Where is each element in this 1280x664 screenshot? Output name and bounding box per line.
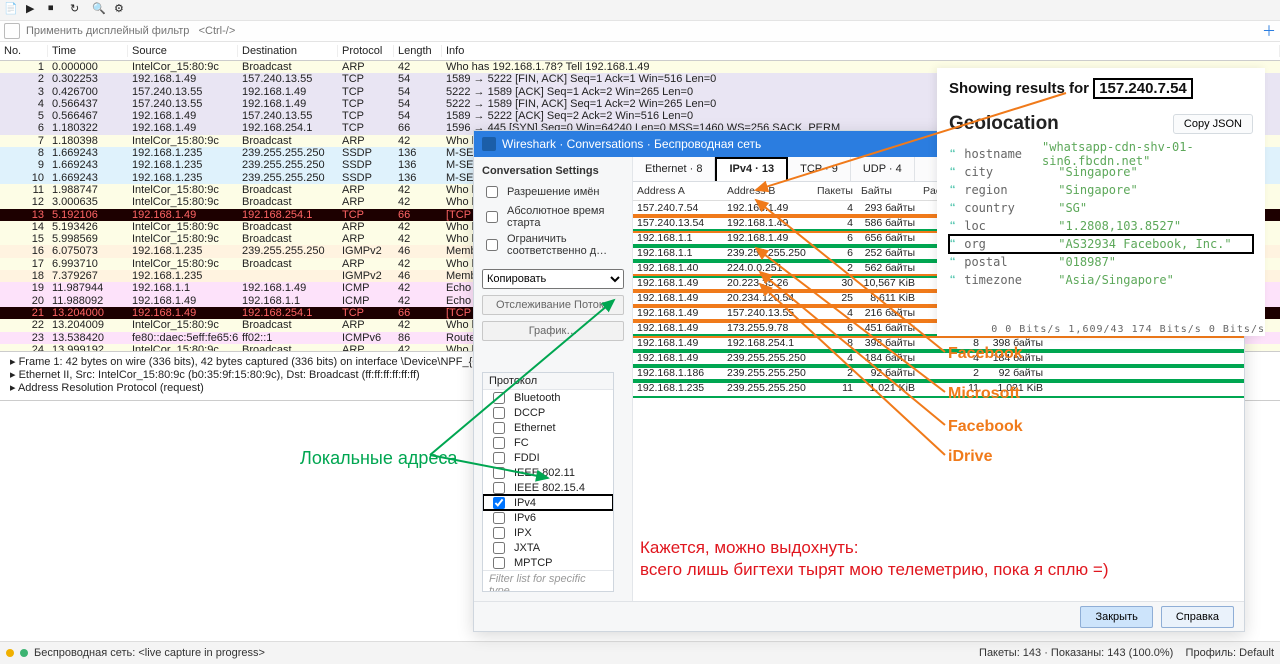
geo-ip: 157.240.7.54 bbox=[1093, 78, 1193, 99]
protocol-item[interactable]: Bluetooth bbox=[483, 390, 613, 405]
graph-button[interactable]: График… bbox=[482, 321, 624, 341]
conversation-row[interactable]: 192.168.1.49192.168.254.18398 байты8398 … bbox=[633, 336, 1244, 351]
annotation-local: Локальные адреса bbox=[300, 448, 457, 469]
conversation-row[interactable]: 192.168.1.235239.255.255.250111,021 KiB1… bbox=[633, 381, 1244, 396]
filter-bookmark-icon[interactable] bbox=[4, 23, 20, 39]
geo-showing: Showing results for 157.240.7.54 bbox=[949, 78, 1253, 99]
annotation-comment1: Кажется, можно выдохнуть: bbox=[640, 538, 858, 558]
protocol-item[interactable]: FC bbox=[483, 435, 613, 450]
wireshark-icon bbox=[482, 137, 496, 151]
geolocation-panel: Showing results for 157.240.7.54 Geoloca… bbox=[937, 68, 1265, 336]
protocol-item[interactable]: Ethernet bbox=[483, 420, 613, 435]
protocol-item[interactable]: JXTA bbox=[483, 540, 613, 555]
settings-header: Conversation Settings bbox=[482, 165, 624, 177]
tab-tcp[interactable]: TCP · 9 bbox=[788, 157, 851, 181]
protocol-item[interactable]: MPTCP bbox=[483, 555, 613, 570]
copy-json-button[interactable]: Copy JSON bbox=[1173, 114, 1253, 134]
toolbar-icon[interactable]: 🔍 bbox=[92, 2, 108, 18]
protocol-picker[interactable]: Протокол BluetoothDCCPEthernetFCFDDIIEEE… bbox=[482, 372, 614, 592]
annotation-comment2: всего лишь бигтехи тырят мою телеметрию,… bbox=[640, 560, 1109, 580]
toolbar-icon[interactable]: 📄 bbox=[4, 2, 20, 18]
tab-udp[interactable]: UDP · 4 bbox=[851, 157, 915, 181]
protocol-item[interactable]: IEEE 802.11 bbox=[483, 465, 613, 480]
protocol-filter-input[interactable]: Filter list for specific type bbox=[483, 570, 613, 592]
protocol-item[interactable]: IPv4 bbox=[483, 495, 613, 510]
annotation-microsoft: Microsoft bbox=[948, 385, 1020, 403]
annotation-idrive: iDrive bbox=[948, 448, 992, 466]
geo-row: ❝timezone"Asia/Singapore" bbox=[949, 271, 1253, 289]
conversation-row[interactable]: 192.168.1.186239.255.255.250292 байты292… bbox=[633, 366, 1244, 381]
toolbar-icon[interactable]: ↻ bbox=[70, 2, 86, 18]
limit-filter-checkbox[interactable]: Ограничить соответственно д… bbox=[482, 233, 624, 257]
close-button[interactable]: Закрыть bbox=[1080, 606, 1152, 628]
tab-ipv4[interactable]: IPv4 · 13 bbox=[715, 157, 788, 181]
geo-row: ❝postal"018987" bbox=[949, 253, 1253, 271]
protocol-item[interactable]: DCCP bbox=[483, 405, 613, 420]
main-toolbar[interactable]: 📄 ▶ ⏹ ↻ 🔍 ⚙ bbox=[0, 0, 1280, 21]
geo-row: ❝region"Singapore" bbox=[949, 181, 1253, 199]
tab-ethernet[interactable]: Ethernet · 8 bbox=[633, 157, 715, 181]
toolbar-icon[interactable]: ⚙ bbox=[114, 2, 130, 18]
protocol-header: Протокол bbox=[483, 373, 613, 390]
toolbar-icon[interactable]: ⏹ bbox=[48, 2, 64, 18]
capture-status: Беспроводная сеть: <live capture in prog… bbox=[34, 647, 265, 659]
protocol-item[interactable]: IPv6 bbox=[483, 510, 613, 525]
help-button[interactable]: Справка bbox=[1161, 606, 1234, 628]
protocol-item[interactable]: IPX bbox=[483, 525, 613, 540]
copy-dropdown[interactable]: Копировать bbox=[482, 269, 624, 289]
conversation-row[interactable]: 192.168.1.49239.255.255.2504184 байты418… bbox=[633, 351, 1244, 366]
packet-list-header: No.TimeSource DestinationProtocolLengthI… bbox=[0, 42, 1280, 61]
geo-header: Geolocation bbox=[949, 113, 1059, 135]
follow-stream-button[interactable]: Отслеживание Потока bbox=[482, 295, 624, 315]
profile-label[interactable]: Профиль: Default bbox=[1186, 647, 1274, 659]
annotation-facebook2: Facebook bbox=[948, 418, 1023, 436]
resolve-names-checkbox[interactable]: Разрешение имён bbox=[482, 183, 624, 201]
dialog-title: Wireshark · Conversations · Беспроводная… bbox=[502, 137, 761, 151]
geo-stats-row: 0 0 Bits/s 1,609/43 174 Bits/s 0 Bits/s bbox=[991, 324, 1265, 335]
packet-count: Пакеты: 143 · Показаны: 143 (100.0%) bbox=[979, 647, 1173, 659]
toolbar-icon[interactable]: ▶ bbox=[26, 2, 42, 18]
protocol-item[interactable]: IEEE 802.15.4 bbox=[483, 480, 613, 495]
status-indicator-icon bbox=[20, 649, 28, 657]
geo-row: ❝loc"1.2808,103.8527" bbox=[949, 217, 1253, 235]
geo-row: ❝hostname"whatsapp-cdn-shv-01-sin6.fbcdn… bbox=[949, 145, 1253, 163]
geo-row: ❝org"AS32934 Facebook, Inc." bbox=[949, 235, 1253, 253]
display-filter-bar[interactable]: ＋ bbox=[0, 21, 1280, 42]
absolute-time-checkbox[interactable]: Абсолютное время старта bbox=[482, 205, 624, 229]
protocol-item[interactable]: FDDI bbox=[483, 450, 613, 465]
filter-add-icon[interactable]: ＋ bbox=[1262, 21, 1276, 41]
status-bar: Беспроводная сеть: <live capture in prog… bbox=[0, 641, 1280, 664]
status-indicator-icon bbox=[6, 649, 14, 657]
geo-row: ❝country"SG" bbox=[949, 199, 1253, 217]
display-filter-input[interactable] bbox=[24, 24, 1258, 38]
annotation-facebook: Facebook bbox=[948, 345, 1023, 363]
